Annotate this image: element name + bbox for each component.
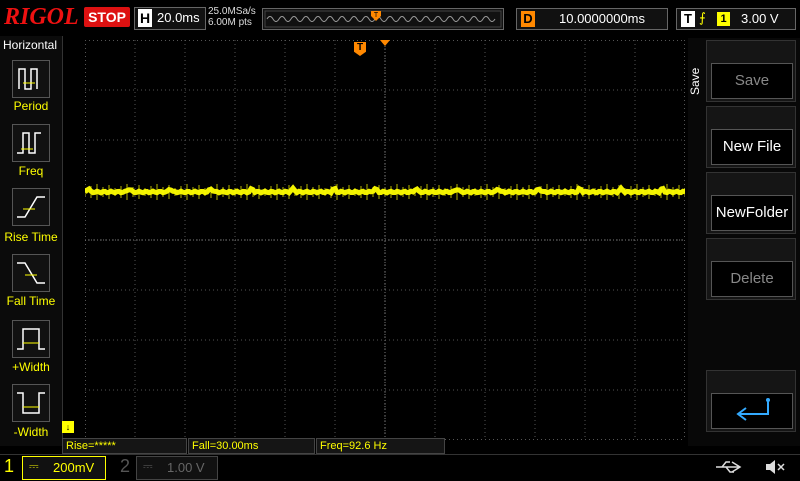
usb-icon [712, 458, 748, 476]
channel-2-number[interactable]: 2 [120, 456, 130, 477]
memory-waveform-icon: T [264, 10, 502, 28]
save-button-label: Save [711, 63, 793, 99]
menu-item-label: Freq [18, 164, 44, 178]
period-icon [12, 60, 50, 98]
trigger-box[interactable]: T ⨍ 1 3.00 V [676, 8, 796, 30]
rise-time-icon [12, 188, 50, 226]
right-menu-title: Save [688, 67, 702, 95]
channel-1-noise [85, 184, 685, 200]
rise-measurement: Rise=***** [62, 438, 187, 454]
channel-2-scale: 1.00 V [167, 460, 205, 475]
trigger-level: 3.00 V [741, 11, 779, 26]
fall-time-icon [12, 254, 50, 292]
menu-item-label: Rise Time [4, 230, 58, 244]
sample-rate: 25.0MSa/s [208, 6, 256, 17]
delay-box[interactable]: D 10.0000000ms [516, 8, 668, 30]
center-axes [85, 40, 685, 440]
menu-item-fall-time[interactable]: Fall Time [0, 252, 62, 312]
negative-width-icon [12, 384, 50, 422]
dc-coupling-icon: ⎓ [29, 459, 39, 473]
save-button[interactable]: Save [706, 40, 796, 102]
delay-key: D [521, 11, 535, 27]
trigger-key: T [681, 11, 695, 27]
menu-item-label: +Width [12, 360, 50, 374]
delete-button[interactable]: Delete [706, 238, 796, 300]
new-file-button-label: New File [711, 129, 793, 165]
rigol-logo: RIGOL [4, 4, 79, 30]
menu-item-period[interactable]: Period [0, 56, 62, 116]
dc-coupling-icon: ⎓ [143, 459, 153, 473]
menu-item-negative-width[interactable]: -Width [0, 382, 62, 442]
enter-button[interactable] [706, 370, 796, 432]
channel-1-scale-box[interactable]: ⎓ 200mV [22, 456, 106, 480]
delete-button-label: Delete [711, 261, 793, 297]
delay-value: 10.0000000ms [559, 11, 646, 26]
frequency-icon [12, 124, 50, 162]
freq-measurement: Freq=92.6 Hz [316, 438, 445, 454]
menu-item-label: Fall Time [6, 294, 56, 308]
fall-measurement: Fall=30.00ms [188, 438, 315, 454]
memory-overview[interactable]: T [262, 8, 504, 30]
menu-item-label: Period [13, 99, 49, 113]
timebase-value: 20.0ms [157, 10, 200, 25]
svg-text:T: T [374, 12, 379, 19]
channel-1-offset-marker[interactable]: ↓ [62, 421, 74, 433]
positive-width-icon [12, 320, 50, 358]
new-folder-button-label: NewFolder [711, 195, 793, 231]
timebase-box[interactable]: H 20.0ms [134, 7, 206, 30]
memory-depth: 6.00M pts [208, 17, 252, 28]
trigger-position-marker [380, 40, 390, 46]
new-folder-button[interactable]: NewFolder [706, 172, 796, 234]
mute-icon[interactable] [764, 458, 786, 476]
enter-icon [711, 393, 793, 429]
menu-item-positive-width[interactable]: +Width [0, 318, 62, 378]
rising-edge-icon: ⨍ [699, 10, 706, 25]
horizontal-key: H [138, 9, 152, 27]
menu-item-freq[interactable]: Freq [0, 122, 62, 182]
new-file-button[interactable]: New File [706, 106, 796, 168]
channel-2-scale-box[interactable]: ⎓ 1.00 V [136, 456, 218, 480]
menu-item-rise-time[interactable]: Rise Time [0, 186, 62, 246]
channel-1-scale: 200mV [53, 460, 95, 475]
menu-item-label: -Width [13, 425, 49, 439]
trigger-channel: 1 [717, 12, 730, 26]
menu-title: Horizontal [2, 38, 58, 52]
waveform-display[interactable] [85, 40, 685, 440]
channel-1-number[interactable]: 1 [4, 456, 14, 477]
acquisition-info: 25.0MSa/s 6.00M pts [208, 6, 256, 28]
run-stop-status[interactable]: STOP [84, 7, 130, 27]
